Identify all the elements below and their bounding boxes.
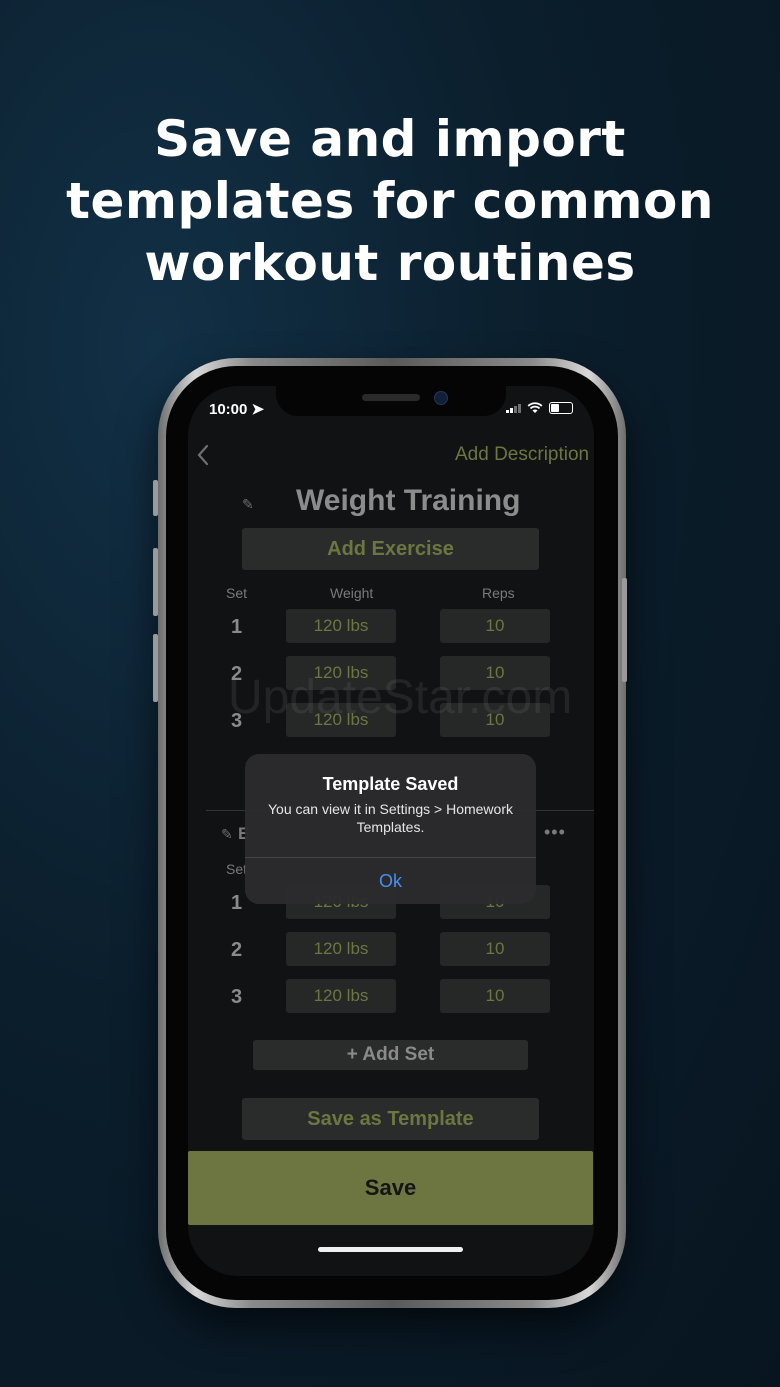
column-header-set: Set	[226, 585, 248, 601]
more-options-icon[interactable]: •••	[544, 822, 566, 843]
alert-title: Template Saved	[322, 774, 459, 794]
back-button[interactable]	[196, 444, 210, 473]
headline-line-2: templates for common	[66, 172, 714, 230]
edit-title-pencil-icon[interactable]: ✎	[242, 496, 254, 513]
speaker	[362, 394, 420, 401]
reps-input[interactable]: 10	[440, 609, 550, 643]
mute-switch	[153, 480, 158, 516]
volume-up-button	[153, 548, 158, 616]
chevron-left-icon	[197, 444, 209, 466]
reps-input[interactable]: 10	[440, 979, 550, 1013]
workout-title: Weight Training	[296, 484, 521, 517]
add-set-button[interactable]: + Add Set	[253, 1040, 528, 1070]
alert-message: You can view it in Settings > Homework T…	[268, 801, 513, 835]
notch	[276, 386, 506, 416]
template-saved-alert: Template Saved You can view it in Settin…	[245, 754, 536, 904]
set-number: 3	[231, 986, 243, 1008]
save-button[interactable]: Save	[188, 1151, 593, 1225]
column-header-set: Set	[226, 861, 248, 877]
set-number: 2	[231, 939, 243, 961]
add-description-link[interactable]: Add Description	[455, 444, 589, 466]
volume-down-button	[153, 634, 158, 702]
battery-icon	[549, 402, 573, 414]
weight-input[interactable]: 120 lbs	[286, 979, 396, 1013]
reps-input[interactable]: 10	[440, 932, 550, 966]
headline-line-1: Save and import	[154, 110, 626, 168]
column-header-weight: Weight	[330, 585, 374, 601]
weight-input[interactable]: 120 lbs	[286, 932, 396, 966]
set-number: 1	[231, 616, 243, 638]
status-icons	[506, 402, 573, 414]
weight-input[interactable]: 120 lbs	[286, 609, 396, 643]
headline-line-3: workout routines	[144, 234, 636, 292]
alert-ok-button[interactable]: Ok	[245, 858, 536, 904]
set-number: 1	[231, 892, 243, 914]
save-as-template-button[interactable]: Save as Template	[242, 1098, 539, 1140]
power-button	[622, 578, 627, 682]
front-camera	[434, 391, 448, 405]
home-indicator[interactable]	[318, 1247, 463, 1252]
watermark: UpdateStar.com	[228, 671, 573, 724]
add-exercise-button[interactable]: Add Exercise	[242, 528, 539, 570]
signal-icon	[506, 403, 521, 413]
headline: Save and import templates for common wor…	[0, 108, 780, 294]
column-header-reps: Reps	[482, 585, 515, 601]
edit-exercise-pencil-icon[interactable]: ✎	[221, 826, 233, 843]
wifi-icon	[527, 402, 543, 413]
status-time: 10:00 ➤	[209, 401, 265, 418]
